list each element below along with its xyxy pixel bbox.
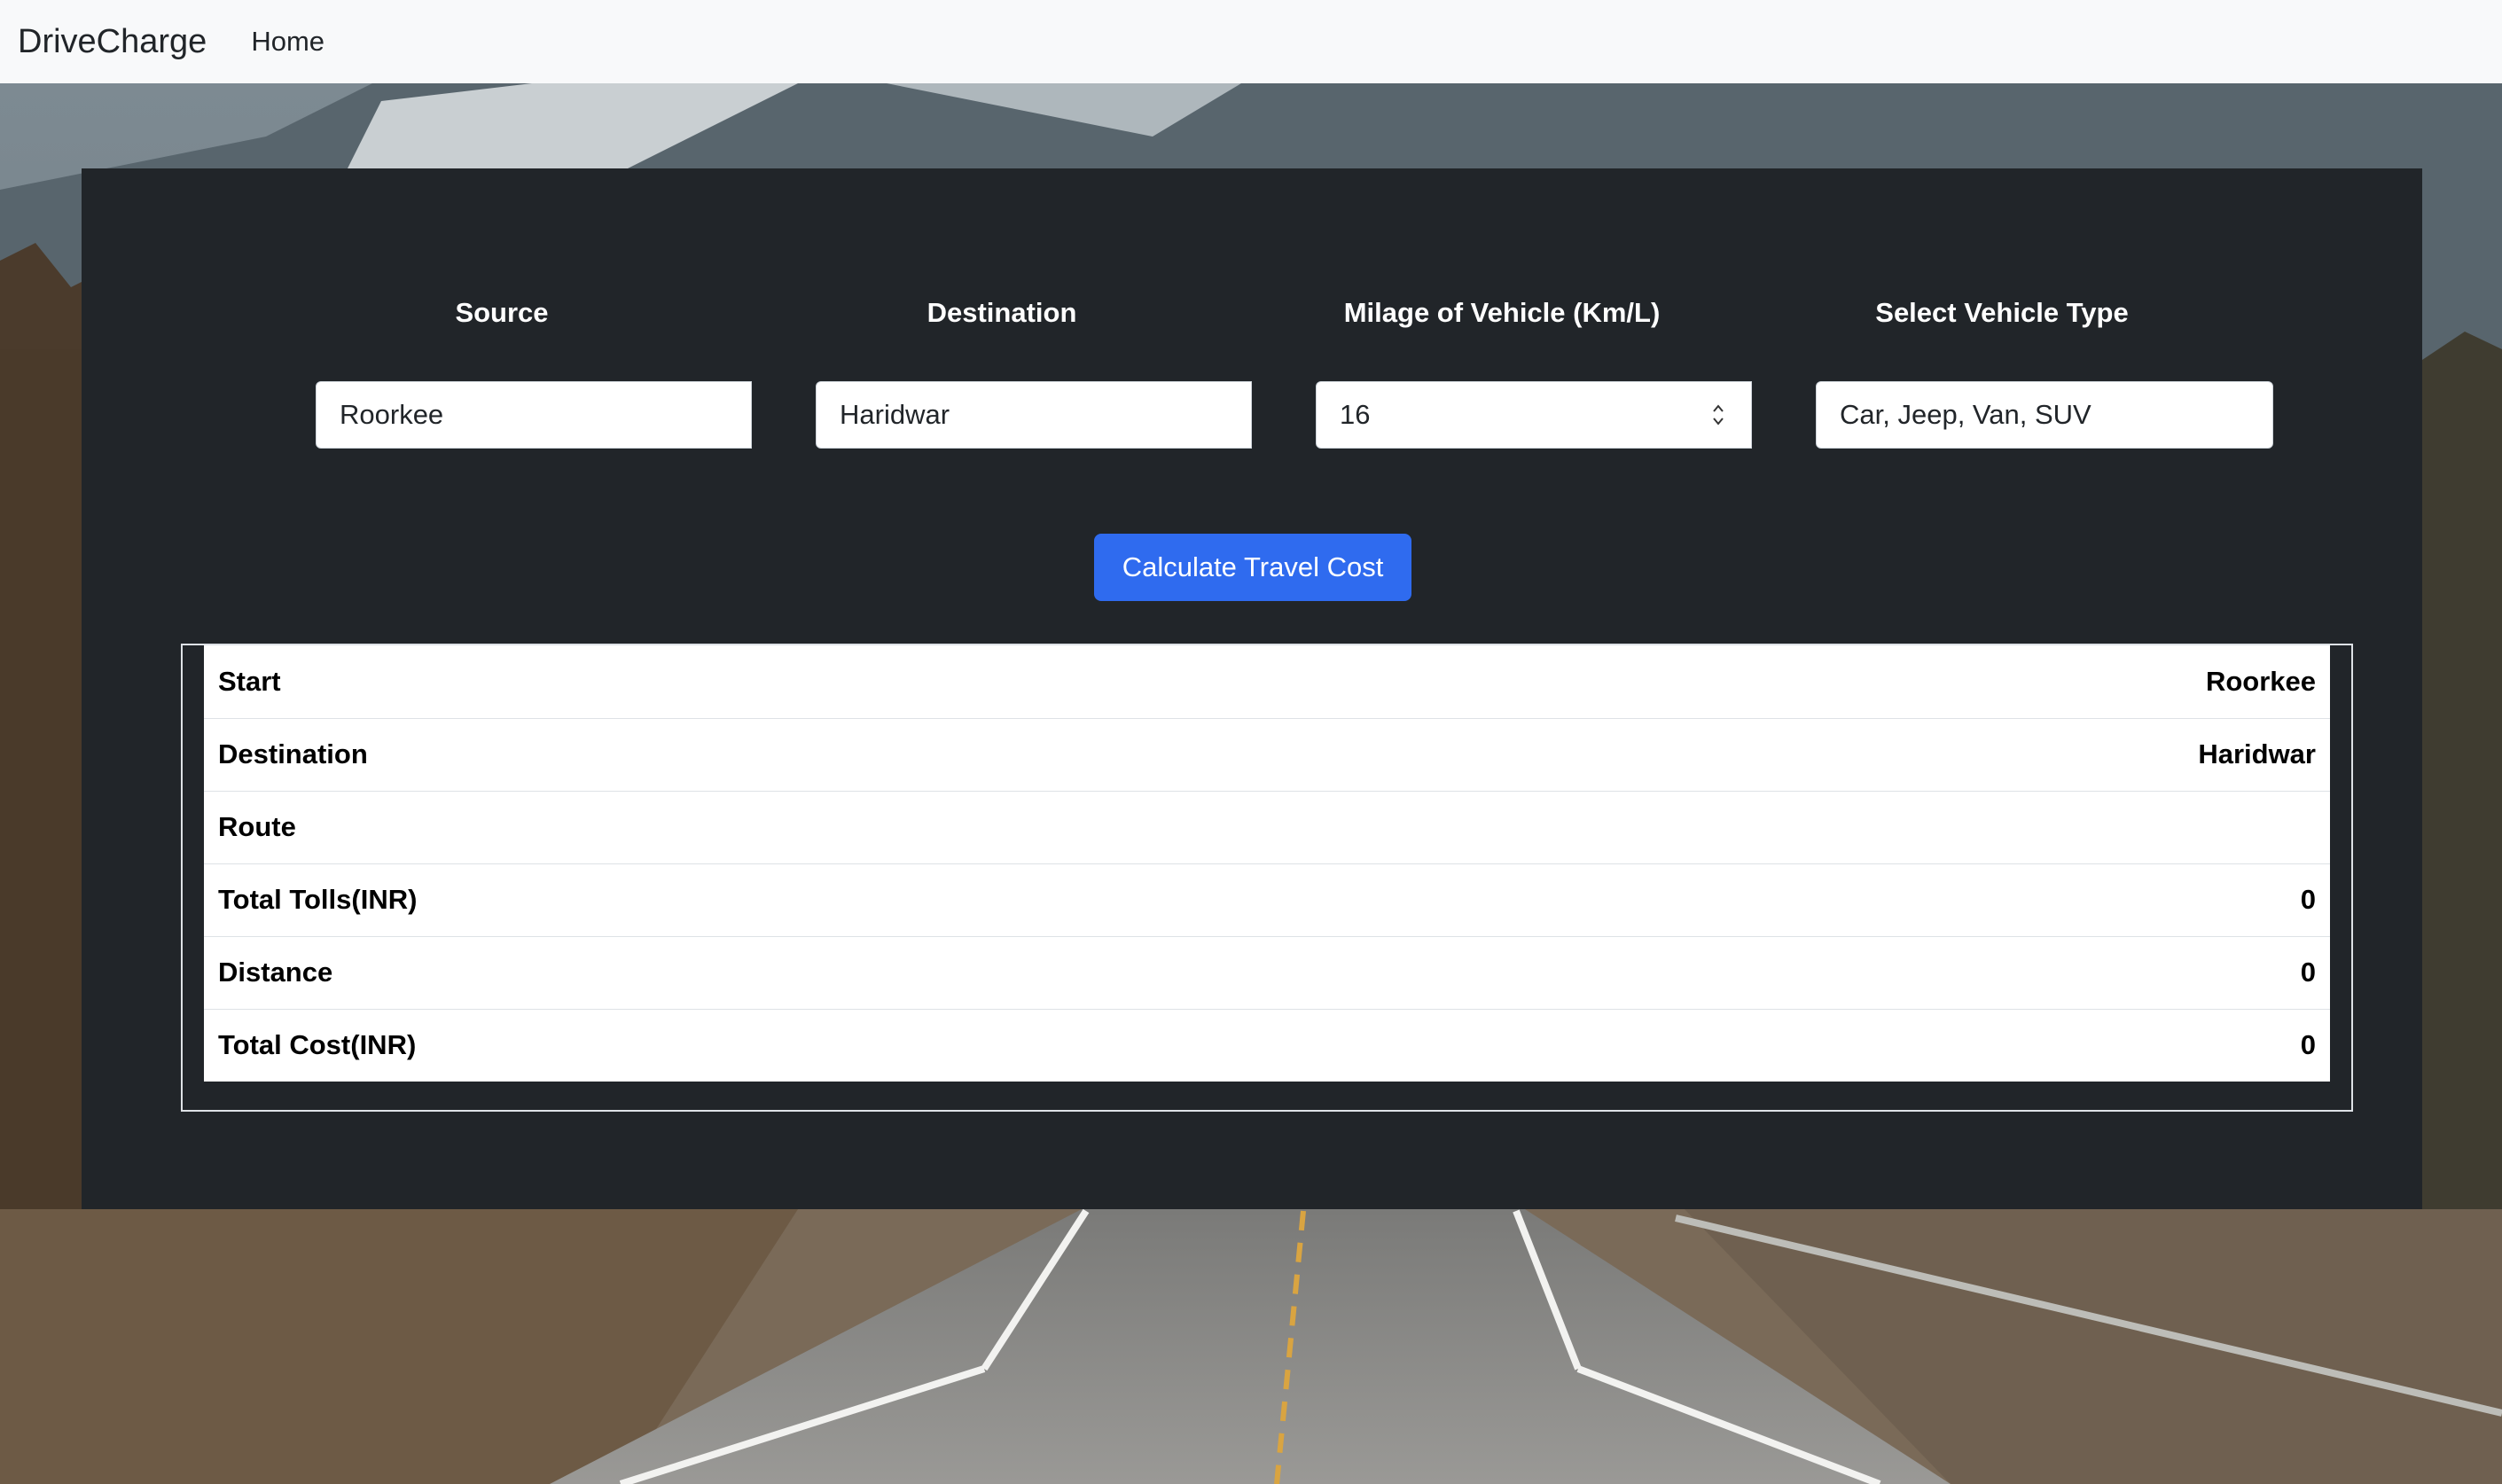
row-value: 0 <box>2300 1029 2316 1061</box>
destination-input[interactable]: Haridwar <box>816 381 1252 449</box>
table-row: Total Tolls(INR) 0 <box>204 863 2330 937</box>
navbar: DriveCharge Home <box>0 0 2502 83</box>
results-table: Start Roorkee Destination Haridwar Route… <box>204 645 2330 1082</box>
mileage-label: Milage of Vehicle (Km/L) <box>1343 297 1661 328</box>
source-input[interactable]: Roorkee <box>316 381 752 449</box>
row-label: Distance <box>204 936 1499 1010</box>
source-input-value: Roorkee <box>340 399 444 430</box>
table-row: Route <box>204 791 2330 864</box>
table-row: Start Roorkee <box>204 645 2330 719</box>
table-row: Distance 0 <box>204 936 2330 1010</box>
row-value: 0 <box>1498 863 2330 937</box>
brand-logo[interactable]: DriveCharge <box>18 23 207 61</box>
row-label: Destination <box>204 718 1499 792</box>
destination-label: Destination <box>927 297 1077 328</box>
row-label: Route <box>204 791 1499 864</box>
row-value: Haridwar <box>1498 718 2330 792</box>
vehicle-type-input-value: Car, Jeep, Van, SUV <box>1840 399 2092 430</box>
travel-cost-panel: Source Destination Milage of Vehicle (Km… <box>82 168 2422 1209</box>
row-label: Total Tolls(INR) <box>204 863 1499 937</box>
row-label: Start <box>204 645 1499 719</box>
results-table-container: Start Roorkee Destination Haridwar Route… <box>181 644 2353 1112</box>
row-value <box>1498 791 2330 864</box>
table-row: Total Cost(INR) 0 <box>204 1009 2330 1082</box>
row-value: Roorkee <box>1498 645 2330 719</box>
destination-input-value: Haridwar <box>840 399 950 430</box>
vehicle-type-input[interactable]: Car, Jeep, Van, SUV <box>1816 381 2273 449</box>
row-label: Total Cost(INR) <box>218 1029 417 1061</box>
mileage-input-value: 16 <box>1340 399 1371 430</box>
table-row: Destination Haridwar <box>204 718 2330 792</box>
vehicle-type-label: Select Vehicle Type <box>1875 297 2129 328</box>
mileage-input[interactable]: 16 <box>1316 381 1752 449</box>
calculate-travel-cost-button[interactable]: Calculate Travel Cost <box>1094 534 1411 601</box>
row-value: 0 <box>1498 936 2330 1010</box>
number-spinner-icon[interactable] <box>1708 398 1728 432</box>
nav-link-home[interactable]: Home <box>251 26 324 58</box>
source-label: Source <box>455 297 549 328</box>
